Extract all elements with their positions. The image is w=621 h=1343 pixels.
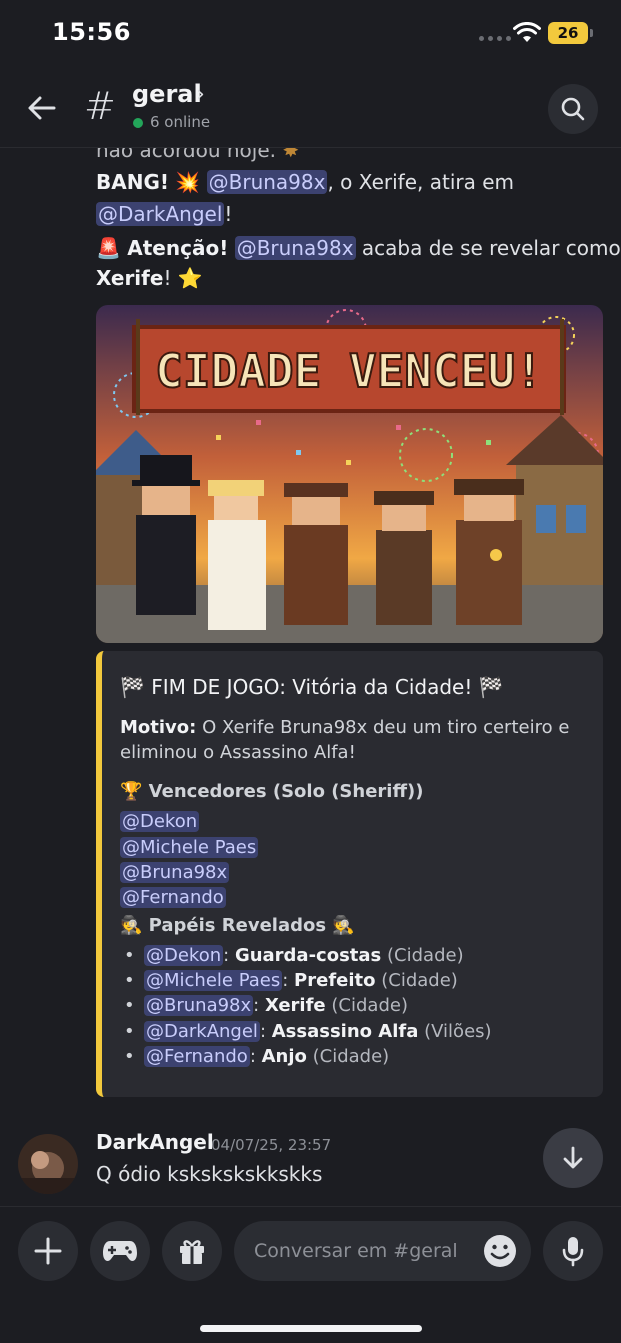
battery-indicator: 26 [548, 22, 593, 44]
jump-to-bottom-button[interactable] [543, 1128, 603, 1188]
home-indicator [200, 1325, 422, 1332]
winners-title: 🏆 Vencedores (Solo (Sheriff)) [120, 781, 424, 802]
online-count: 6 online [150, 113, 211, 131]
role-item: @Fernando: Anjo (Cidade) [124, 1044, 389, 1069]
role-item: @Bruna98x: Xerife (Cidade) [124, 993, 408, 1018]
message-reveal: 🚨 Atenção! @Bruna98x acaba de se revelar… [96, 236, 621, 260]
roles-title: 🕵️ Papéis Revelados 🕵️ [120, 915, 355, 936]
embed-title: 🏁 FIM DE JOGO: Vitória da Cidade! 🏁 [120, 675, 504, 699]
arrow-down-icon [563, 1146, 583, 1169]
status-bar: 15:56 26 [0, 0, 621, 68]
victory-illustration: CIDADE VENCEU! [96, 305, 603, 643]
emoji-icon[interactable] [482, 1233, 518, 1269]
search-icon [561, 97, 585, 121]
gift-icon [180, 1240, 204, 1264]
message-input-container[interactable] [234, 1221, 531, 1281]
message-line-clipped: não acordou hoje. ✸ [96, 148, 300, 162]
mention[interactable]: @Bruna98x [206, 170, 328, 194]
winner-mention[interactable]: @Bruna98x [120, 860, 230, 885]
back-arrow-icon[interactable] [24, 90, 60, 126]
activities-button[interactable] [90, 1221, 150, 1281]
channel-hash-icon: # [84, 84, 116, 128]
winner-mention[interactable]: @Dekon [120, 809, 200, 834]
add-attachment-button[interactable] [18, 1221, 78, 1281]
mention[interactable]: @DarkAngel [96, 202, 225, 226]
embed-reason: Motivo: O Xerife Bruna98x deu um tiro ce… [120, 717, 570, 738]
victory-image[interactable]: CIDADE VENCEU! [96, 305, 603, 643]
search-button[interactable] [548, 84, 598, 134]
plus-icon [34, 1237, 62, 1265]
banner-text: CIDADE VENCEU! [155, 344, 543, 398]
message-list[interactable]: não acordou hoje. ✸ BANG! 💥 @Bruna98x, o… [0, 148, 621, 1206]
message-text: Q ódio kskskskskkskks [96, 1162, 323, 1186]
message-timestamp: 04/07/25, 23:57 [211, 1136, 332, 1154]
message-reveal-cont: Xerife! ⭐ [96, 266, 203, 290]
channel-name[interactable]: geral [132, 80, 202, 108]
avatar[interactable] [18, 1134, 78, 1194]
role-item: @Michele Paes: Prefeito (Cidade) [124, 968, 458, 993]
chevron-right-icon[interactable]: › [196, 82, 205, 107]
message-composer [0, 1206, 621, 1343]
wifi-icon [513, 22, 541, 42]
message-input[interactable] [254, 1221, 474, 1281]
gamepad-icon [103, 1241, 137, 1261]
role-item: @Dekon: Guarda-costas (Cidade) [124, 943, 464, 968]
mention[interactable]: @Bruna98x [234, 236, 356, 260]
message-author[interactable]: DarkAngel [96, 1130, 214, 1154]
online-status-dot [133, 118, 143, 128]
channel-header: # geral › 6 online [0, 68, 621, 148]
winner-mention[interactable]: @Fernando [120, 885, 226, 910]
game-over-embed: 🏁 FIM DE JOGO: Vitória da Cidade! 🏁 Moti… [96, 651, 603, 1097]
message-bang: BANG! 💥 @Bruna98x, o Xerife, atira em [96, 170, 515, 194]
microphone-icon [562, 1237, 584, 1267]
signal-icon [479, 36, 511, 41]
voice-message-button[interactable] [543, 1221, 603, 1281]
message-bang-cont: @DarkAngel! [96, 202, 233, 226]
gift-button[interactable] [162, 1221, 222, 1281]
status-time: 15:56 [52, 18, 131, 46]
role-item: @DarkAngel: Assassino Alfa (Vilões) [124, 1019, 492, 1044]
embed-reason-cont: eliminou o Assassino Alfa! [120, 742, 356, 763]
winner-mention[interactable]: @Michele Paes [120, 835, 259, 860]
